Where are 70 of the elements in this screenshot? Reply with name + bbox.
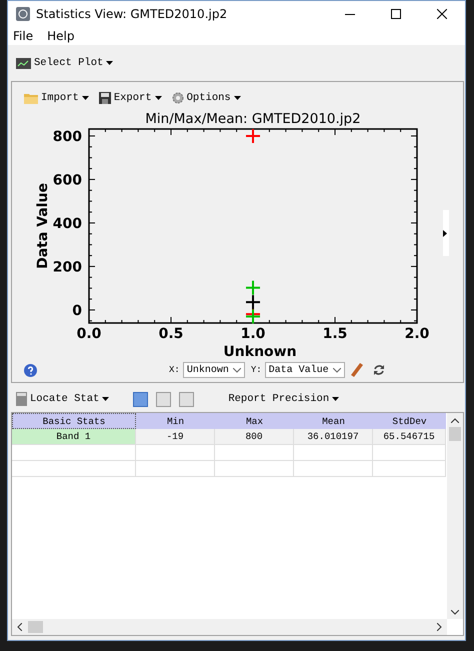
refresh-icon[interactable] — [372, 364, 385, 376]
caret-icon — [82, 96, 89, 100]
view-toggle-button[interactable] — [156, 392, 172, 406]
x-tick-label: 0.5 — [158, 326, 184, 342]
vertical-scrollbar[interactable] — [447, 413, 463, 619]
ruler-icon[interactable] — [350, 363, 363, 377]
locate-stat-button[interactable]: Locate Stat — [14, 392, 112, 406]
y-axis-select-label: Y: — [250, 365, 262, 375]
chevron-down-icon — [332, 368, 341, 372]
toolbar-button[interactable]: Import — [22, 89, 91, 107]
y-tick-label: 800 — [52, 128, 82, 145]
scroll-thumb[interactable] — [28, 621, 43, 633]
table-cell: 800 — [215, 429, 294, 445]
view-toggle-button[interactable] — [133, 392, 148, 406]
row-header: Band 1 — [12, 429, 136, 445]
chevron-right-icon — [437, 623, 442, 631]
app-icon — [16, 7, 30, 21]
column-header[interactable]: StdDev — [373, 413, 446, 429]
y-tick-label: 600 — [52, 172, 82, 188]
table-cell: 65.546715 — [373, 429, 446, 445]
y-tick-label: 400 — [52, 216, 82, 232]
column-header[interactable]: Mean — [294, 413, 373, 429]
column-header[interactable]: Basic Stats — [12, 413, 136, 429]
x-axis-label: Unknown — [223, 344, 297, 359]
toolbar-button[interactable]: Options — [170, 89, 243, 107]
y-axis-dropdown[interactable]: Data Value — [264, 362, 345, 378]
caret-icon — [102, 397, 110, 401]
help-icon[interactable] — [24, 364, 37, 376]
y-tick-label: 200 — [52, 259, 82, 276]
maximize-icon[interactable] — [391, 9, 401, 19]
horizontal-scrollbar[interactable] — [12, 619, 447, 635]
caret-icon — [234, 96, 241, 100]
column-header[interactable]: Min — [136, 413, 215, 429]
view-toggle-button[interactable] — [179, 392, 194, 406]
x-axis-dropdown[interactable]: Unknown — [182, 362, 245, 378]
chevron-down-icon — [451, 610, 459, 615]
gear-icon — [172, 92, 184, 104]
x-tick-label: 1.0 — [240, 326, 266, 342]
x-axis-select-label: X: — [169, 365, 180, 375]
folder-icon — [24, 92, 38, 104]
menu-item[interactable]: File — [13, 29, 34, 43]
x-tick-label: 1.5 — [322, 326, 348, 342]
data-point — [245, 128, 261, 144]
chevron-up-icon — [451, 418, 459, 423]
menu-item[interactable]: Help — [47, 29, 74, 43]
caret-icon — [332, 397, 340, 401]
caret-icon — [154, 96, 162, 100]
table-cell: -19 — [136, 429, 215, 445]
chevron-left-icon — [17, 623, 22, 631]
chart-title: Min/Max/Mean: GMTED2010.jp2 — [145, 111, 361, 127]
data-point — [245, 280, 261, 296]
toolbar-button[interactable]: Export — [96, 89, 164, 107]
x-tick-label: 2.0 — [404, 326, 430, 342]
y-tick-label: 0 — [72, 302, 82, 319]
report-precision-button[interactable]: Report Precision — [226, 393, 342, 405]
y-axis-label: Data Value — [35, 183, 51, 269]
select-plot-button[interactable]: Select Plot — [14, 57, 116, 69]
triangle-right-icon — [443, 230, 447, 236]
scroll-thumb[interactable] — [449, 427, 461, 441]
chevron-down-icon — [232, 368, 241, 372]
column-header[interactable]: Max — [215, 413, 294, 429]
calculator-icon — [16, 392, 27, 406]
window-title: Statistics View: GMTED2010.jp2 — [36, 7, 228, 21]
collapse-handle[interactable] — [443, 210, 449, 256]
x-tick-label: 0.0 — [76, 326, 102, 342]
caret-icon — [106, 61, 114, 65]
close-icon[interactable] — [437, 9, 447, 19]
table-cell: 36.010197 — [294, 429, 373, 445]
plot-icon — [16, 58, 31, 68]
data-point — [245, 294, 261, 310]
